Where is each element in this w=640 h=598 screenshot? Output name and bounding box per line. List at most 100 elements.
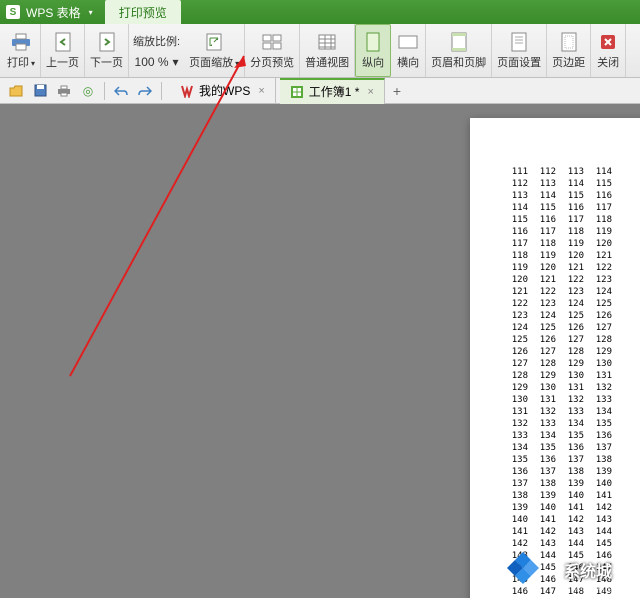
- data-row: 117118119120: [500, 238, 640, 250]
- data-cell: 137: [528, 466, 556, 478]
- data-row: 112113114115: [500, 178, 640, 190]
- page-next-icon: [95, 32, 119, 52]
- tab-workbook[interactable]: 工作簿1 * ×: [280, 78, 385, 104]
- data-row: 134135136137: [500, 442, 640, 454]
- data-cell: 133: [556, 406, 584, 418]
- data-cell: 140: [528, 502, 556, 514]
- data-cell: 135: [584, 418, 612, 430]
- data-cell: 132: [500, 418, 528, 430]
- undo-icon[interactable]: [112, 82, 130, 100]
- preview-workspace[interactable]: 1111121131141121131141151131141151161141…: [0, 104, 640, 598]
- data-cell: 140: [556, 490, 584, 502]
- data-cell: 135: [528, 442, 556, 454]
- data-cell: 121: [584, 250, 612, 262]
- data-cell: 114: [556, 178, 584, 190]
- save-icon[interactable]: [31, 82, 49, 100]
- data-cell: 114: [500, 202, 528, 214]
- data-cell: 133: [584, 394, 612, 406]
- data-cell: 136: [556, 442, 584, 454]
- data-row: 127128129130: [500, 358, 640, 370]
- watermark-logo-icon: [506, 550, 540, 584]
- app-menu-dropdown[interactable]: ▾: [89, 8, 93, 17]
- data-cell: 134: [584, 406, 612, 418]
- data-row: 142143144145: [500, 538, 640, 550]
- open-icon[interactable]: [7, 82, 25, 100]
- ribbon-tab-print-preview[interactable]: 打印预览: [105, 0, 181, 24]
- data-row: 126127128129: [500, 346, 640, 358]
- data-cell: 144: [584, 526, 612, 538]
- page-zoom-icon: [202, 32, 226, 52]
- data-cell: 116: [556, 202, 584, 214]
- data-row: 136137138139: [500, 466, 640, 478]
- data-cell: 113: [556, 166, 584, 178]
- next-page-button[interactable]: 下一页: [85, 24, 129, 77]
- ribbon: 打印▾ 上一页 下一页 缩放比例: 100 %▾ 页面缩放▾ 分页预览 普通视图…: [0, 24, 640, 78]
- tab-my-wps[interactable]: 我的WPS ×: [170, 78, 276, 104]
- page-zoom-button[interactable]: 页面缩放▾: [184, 24, 245, 77]
- page-setup-button[interactable]: 页面设置: [492, 24, 547, 77]
- margins-button[interactable]: 页边距: [547, 24, 591, 77]
- redo-icon[interactable]: [136, 82, 154, 100]
- data-cell: 141: [528, 514, 556, 526]
- landscape-button[interactable]: 横向: [391, 24, 426, 77]
- data-cell: 134: [528, 430, 556, 442]
- data-cell: 113: [500, 190, 528, 202]
- data-cell: 116: [500, 226, 528, 238]
- data-cell: 138: [528, 478, 556, 490]
- data-cell: 114: [528, 190, 556, 202]
- data-cell: 135: [500, 454, 528, 466]
- titlebar: S WPS 表格 ▾ 打印预览: [0, 0, 640, 24]
- data-cell: 129: [500, 382, 528, 394]
- data-cell: 115: [500, 214, 528, 226]
- data-cell: 128: [556, 346, 584, 358]
- data-cell: 135: [556, 430, 584, 442]
- data-cell: 139: [500, 502, 528, 514]
- data-cell: 131: [528, 394, 556, 406]
- data-cell: 123: [556, 286, 584, 298]
- page-break-preview-button[interactable]: 分页预览: [245, 24, 300, 77]
- portrait-button[interactable]: 纵向: [355, 24, 391, 77]
- data-cell: 127: [528, 346, 556, 358]
- data-cell: 120: [556, 250, 584, 262]
- print-button[interactable]: 打印▾: [2, 24, 41, 77]
- data-cell: 122: [556, 274, 584, 286]
- data-cell: 115: [556, 190, 584, 202]
- data-cell: 136: [584, 430, 612, 442]
- data-cell: 138: [556, 466, 584, 478]
- wps-logo-icon: [180, 84, 194, 98]
- data-cell: 121: [528, 274, 556, 286]
- normal-view-icon: [315, 32, 339, 52]
- data-row: 139140141142: [500, 502, 640, 514]
- data-cell: 130: [528, 382, 556, 394]
- data-cell: 130: [500, 394, 528, 406]
- data-cell: 146: [500, 586, 528, 598]
- data-cell: 134: [556, 418, 584, 430]
- app-name: WPS 表格: [26, 4, 81, 21]
- data-cell: 142: [556, 514, 584, 526]
- header-footer-button[interactable]: 页眉和页脚: [426, 24, 492, 77]
- prev-page-button[interactable]: 上一页: [41, 24, 85, 77]
- data-cell: 123: [584, 274, 612, 286]
- close-button[interactable]: 关闭: [591, 24, 626, 77]
- data-cell: 122: [500, 298, 528, 310]
- data-cell: 131: [556, 382, 584, 394]
- print-quick-icon[interactable]: [55, 82, 73, 100]
- print-preview-quick-icon[interactable]: ◎: [79, 82, 97, 100]
- normal-view-button[interactable]: 普通视图: [300, 24, 355, 77]
- zoom-value-dropdown[interactable]: 100 %▾: [135, 55, 179, 69]
- data-cell: 139: [584, 466, 612, 478]
- zoom-group: 缩放比例: 100 %▾: [129, 24, 184, 77]
- data-cell: 124: [584, 286, 612, 298]
- data-cell: 130: [584, 358, 612, 370]
- data-cell: 127: [584, 322, 612, 334]
- data-cell: 140: [584, 478, 612, 490]
- tab-close-icon[interactable]: ×: [258, 85, 264, 97]
- data-row: 121122123124: [500, 286, 640, 298]
- add-tab-button[interactable]: +: [393, 83, 401, 99]
- data-cell: 143: [528, 538, 556, 550]
- data-cell: 123: [500, 310, 528, 322]
- data-cell: 142: [500, 538, 528, 550]
- data-row: 135136137138: [500, 454, 640, 466]
- data-cell: 119: [584, 226, 612, 238]
- tab-close-icon[interactable]: ×: [367, 86, 373, 98]
